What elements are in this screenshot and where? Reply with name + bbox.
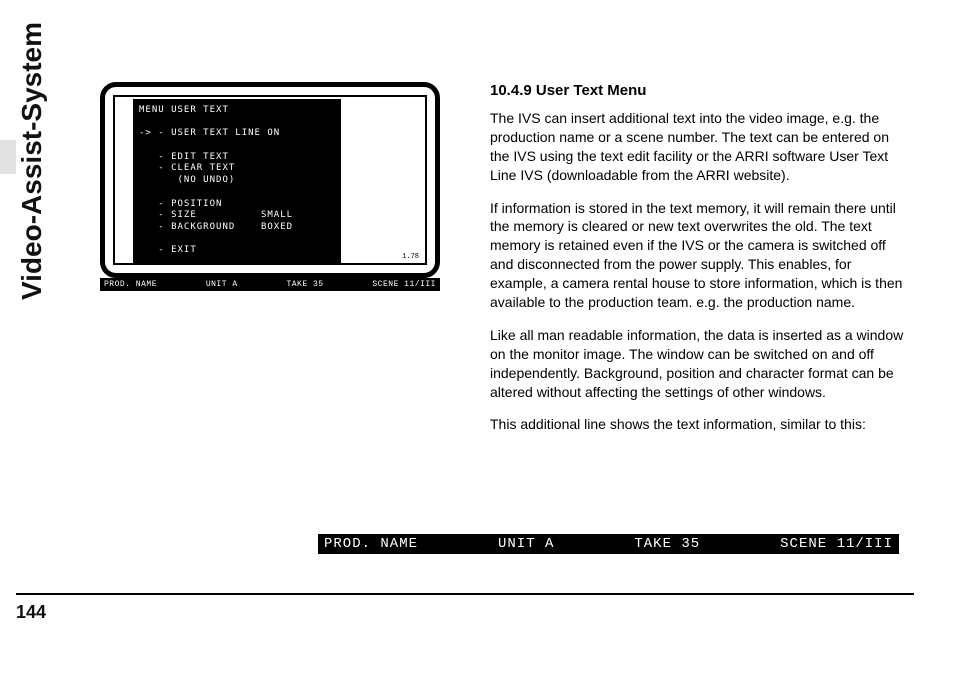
footer-rule <box>16 593 914 595</box>
margin-tab <box>0 140 16 174</box>
status-scene: SCENE 11/III <box>780 536 893 552</box>
status-prod: PROD. NAME <box>104 280 157 289</box>
paragraph: If information is stored in the text mem… <box>490 199 904 312</box>
paragraph: This additional line shows the text info… <box>490 415 904 434</box>
monitor-figure: MENU USER TEXT -> - USER TEXT LINE ON - … <box>100 82 440 291</box>
status-take: TAKE 35 <box>634 536 700 552</box>
status-unit: UNIT A <box>498 536 554 552</box>
page-number: 144 <box>16 602 46 623</box>
on-screen-menu: MENU USER TEXT -> - USER TEXT LINE ON - … <box>133 99 341 263</box>
paragraph: Like all man readable information, the d… <box>490 326 904 402</box>
monitor-frame: MENU USER TEXT -> - USER TEXT LINE ON - … <box>100 82 440 278</box>
text-column: 10.4.9 User Text Menu The IVS can insert… <box>490 82 904 448</box>
aspect-ratio: 1.78 <box>402 253 419 261</box>
monitor-statusbar: PROD. NAME UNIT A TAKE 35 SCENE 11/III <box>100 278 440 291</box>
status-prod: PROD. NAME <box>324 536 418 552</box>
page: Video-Assist-System 144 MENU USER TEXT -… <box>0 0 954 673</box>
status-unit: UNIT A <box>206 280 238 289</box>
status-take: TAKE 35 <box>286 280 323 289</box>
statusbar-sample: PROD. NAME UNIT A TAKE 35 SCENE 11/III <box>318 534 899 554</box>
sidebar-title: Video-Assist-System <box>16 22 48 300</box>
status-scene: SCENE 11/III <box>372 280 436 289</box>
statusbar: PROD. NAME UNIT A TAKE 35 SCENE 11/III <box>318 534 899 554</box>
monitor-screen: MENU USER TEXT -> - USER TEXT LINE ON - … <box>113 95 427 265</box>
section-title: 10.4.9 User Text Menu <box>490 82 904 99</box>
menu-text: MENU USER TEXT -> - USER TEXT LINE ON - … <box>139 105 335 257</box>
paragraph: The IVS can insert additional text into … <box>490 109 904 185</box>
